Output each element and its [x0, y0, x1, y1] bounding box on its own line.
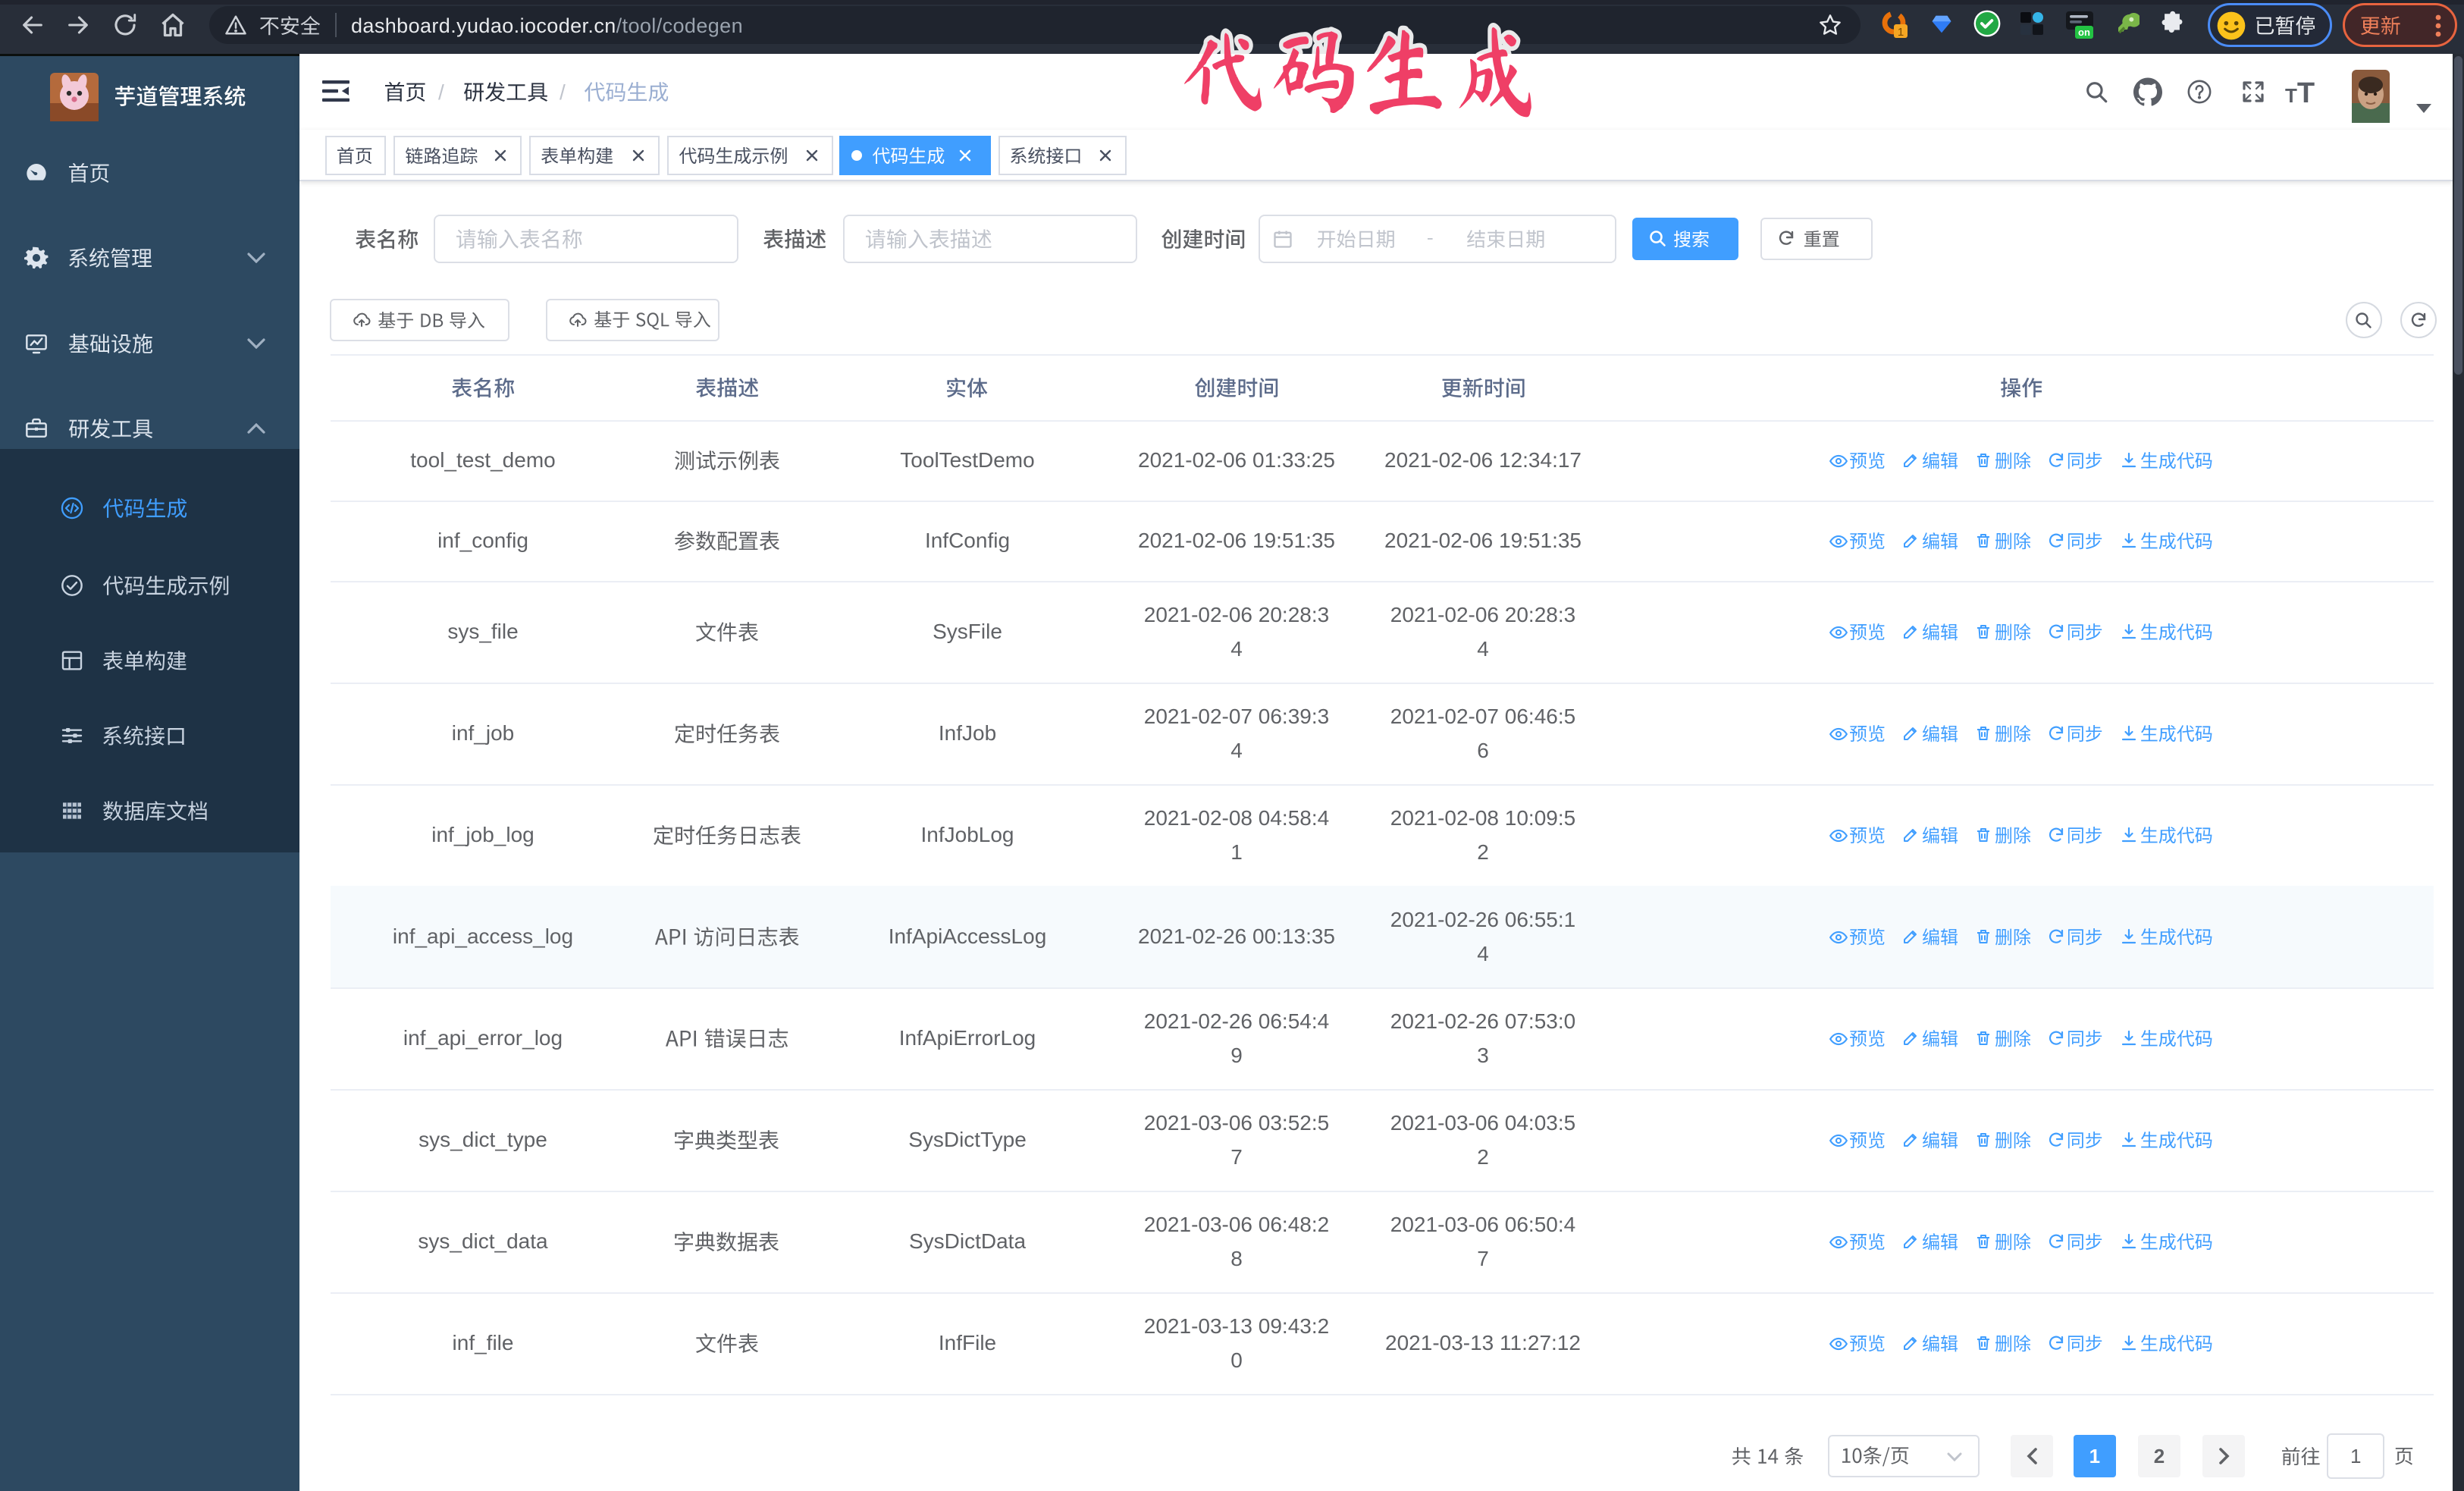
svg-text:on: on: [2078, 27, 2090, 38]
svg-text:1: 1: [1898, 26, 1904, 39]
